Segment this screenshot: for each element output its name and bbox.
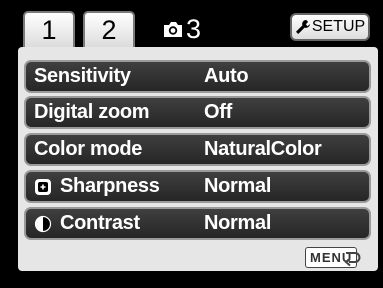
tab-1[interactable]: 1 [23, 11, 75, 47]
menu-item-label: Digital zoom [34, 101, 150, 123]
menu-item-value: Normal [204, 212, 272, 234]
menu-item-value: NaturalColor [204, 138, 322, 160]
tab-bar: 1 2 3 SETUP [0, 0, 383, 52]
sharpness-icon [35, 179, 51, 195]
menu-item-label: Color mode [34, 138, 143, 160]
camera-menu-screen: 1 2 3 SETUP Sensitivity Auto Digital zoo… [0, 0, 383, 288]
tab-2[interactable]: 2 [83, 11, 135, 47]
menu-item-sensitivity[interactable]: Sensitivity Auto [24, 60, 371, 93]
tab-3-label: 3 [185, 13, 202, 44]
contrast-icon [34, 215, 52, 233]
menu-item-value: Off [204, 101, 232, 123]
menu-item-label: Sharpness [60, 175, 160, 197]
menu-item-value: Normal [204, 175, 272, 197]
setup-label: SETUP [311, 18, 366, 35]
return-arrow-icon[interactable] [343, 249, 363, 267]
tab-3[interactable]: 3 [143, 5, 220, 47]
wrench-icon [295, 20, 310, 34]
setup-button[interactable]: SETUP [290, 13, 370, 41]
menu-item-digital-zoom[interactable]: Digital zoom Off [24, 96, 371, 129]
menu-item-sharpness[interactable]: Sharpness Normal [24, 170, 371, 203]
camera-icon [162, 9, 184, 49]
menu-item-label: Contrast [60, 212, 140, 234]
menu-item-value: Auto [204, 65, 249, 87]
menu-item-contrast[interactable]: Contrast Normal [24, 207, 371, 240]
menu-item-color-mode[interactable]: Color mode NaturalColor [24, 133, 371, 166]
menu-item-label: Sensitivity [34, 65, 131, 87]
